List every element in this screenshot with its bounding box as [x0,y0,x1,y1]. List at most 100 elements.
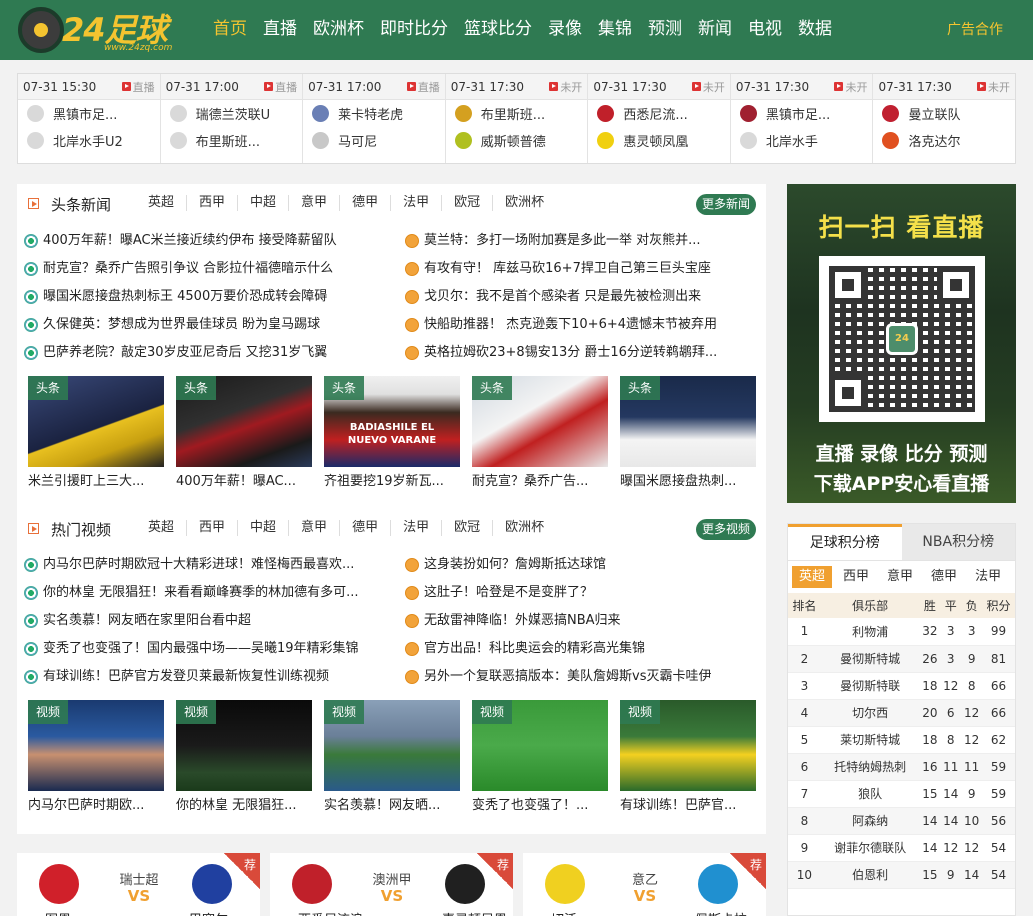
thumbnail-image[interactable]: 视频 [324,700,460,791]
thumbnail-image[interactable]: 头条 [472,376,608,467]
standings-row[interactable]: 4 切尔西 20 6 12 66 [788,699,1015,727]
list-item[interactable]: 巴萨养老院？敲定30岁皮亚尼奇后 又挖31岁飞翼 [17,339,387,367]
list-item[interactable]: 另外一个复联恶搞版本：美队詹姆斯vs灭霸卡哇伊 [398,663,768,691]
videos-thumbnail[interactable]: 视频 有球训练！巴萨官... [620,700,756,821]
standings-row[interactable]: 10 伯恩利 15 9 14 54 [788,861,1015,889]
nav-item[interactable]: 直播 [255,0,305,60]
news-thumbnail[interactable]: 头条 400万年薪！曝AC... [176,376,312,497]
app-download-qr-banner[interactable]: 扫一扫 看直播 24 直播 录像 比分 预测 下载APP安心看直播 [787,184,1016,503]
league-tab[interactable]: 西甲 [187,195,239,211]
league-tab[interactable]: 中超 [238,195,290,211]
match-status[interactable]: 直播 [121,79,155,95]
list-item[interactable]: 戈贝尔：我不是首个感染者 只是最先被检测出来 [398,283,768,311]
list-item[interactable]: 你的林皇 无限猖狂！来看看巅峰赛季的林加德有多可... [17,579,387,607]
thumbnail-caption[interactable]: 曝国米愿接盘热刺... [620,467,756,497]
videos-thumbnail[interactable]: 视频 实名羡慕！网友晒... [324,700,460,821]
tab-football-standings[interactable]: 足球积分榜 [788,524,902,560]
nav-item[interactable]: 即时比分 [372,0,456,60]
standings-league-tab[interactable]: 意甲 [880,566,920,588]
standings-league-tab[interactable]: 法甲 [968,566,1008,588]
nav-item[interactable]: 首页 [205,0,255,60]
thumbnail-image[interactable]: 视频 [472,700,608,791]
news-thumbnail[interactable]: 头条 耐克宣？桑乔广告... [472,376,608,497]
standings-row[interactable]: 3 曼彻斯特联 18 12 8 66 [788,672,1015,700]
thumbnail-caption[interactable]: 变秃了也变强了！... [472,791,608,821]
standings-league-tab[interactable]: 德甲 [924,566,964,588]
list-item[interactable]: 变秃了也变强了！国内最强中场——吴曦19年精彩集锦 [17,635,387,663]
league-tab[interactable]: 西甲 [187,520,239,536]
nav-item[interactable]: 电视 [740,0,790,60]
nav-item[interactable]: 预测 [640,0,690,60]
league-tab[interactable]: 意甲 [289,520,341,536]
match-cell[interactable]: 07-31 17:30 未开 布里斯班... 威斯顿普德 [445,74,589,163]
videos-thumbnail[interactable]: 视频 你的林皇 无限猖狂... [176,700,312,821]
list-item[interactable]: 400万年薪！曝AC米兰接近续约伊布 接受降薪留队 [17,227,387,255]
league-tab[interactable]: 英超 [136,520,188,536]
nav-item[interactable]: 集锦 [590,0,640,60]
league-tab[interactable]: 英超 [136,195,188,211]
ad-cooperation-link[interactable]: 广告合作 [947,19,1003,39]
list-item[interactable]: 有攻有守！ 库兹马砍16+7捍卫自己第三巨头宝座 [398,255,768,283]
standings-league-tab[interactable]: 西甲 [836,566,876,588]
league-tab[interactable]: 德甲 [340,195,392,211]
recommended-match-card[interactable]: 意乙VS 切沃 佩斯卡拉 荐 [523,853,766,916]
match-status[interactable]: 直播 [264,79,297,95]
nav-item[interactable]: 录像 [540,0,590,60]
tab-nba-standings[interactable]: NBA积分榜 [901,524,1015,560]
league-tab[interactable]: 德甲 [340,520,392,536]
standings-row[interactable]: 1 利物浦 32 3 3 99 [788,618,1015,646]
league-tab[interactable]: 欧冠 [442,520,494,536]
thumbnail-caption[interactable]: 你的林皇 无限猖狂... [176,791,312,821]
match-cell[interactable]: 07-31 17:00 直播 莱卡特老虎 马可尼 [303,74,446,163]
recommended-match-card[interactable]: 澳洲甲VS 西悉尼流浪 惠灵顿凤凰 荐 [270,853,513,916]
match-cell[interactable]: 07-31 15:30 直播 黑镇市足... 北岸水手U2 [18,74,161,163]
videos-thumbnail[interactable]: 视频 内马尔巴萨时期欧... [28,700,164,821]
thumbnail-image[interactable]: 视频 [176,700,312,791]
list-item[interactable]: 有球训练！巴萨官方发登贝莱最新恢复性训练视频 [17,663,387,691]
thumbnail-caption[interactable]: 有球训练！巴萨官... [620,791,756,821]
list-item[interactable]: 这肚子！哈登是不是变胖了？ [398,579,768,607]
more-videos-button[interactable]: 更多视频 [695,519,756,540]
thumbnail-image[interactable]: 视频 [28,700,164,791]
list-item[interactable]: 这身装扮如何？詹姆斯抵达球馆 [398,551,768,579]
news-thumbnail[interactable]: 头条 米兰引援盯上三大... [28,376,164,497]
thumbnail-caption[interactable]: 耐克宣？桑乔广告... [472,467,608,497]
nav-item[interactable]: 数据 [790,0,840,60]
league-tab[interactable]: 欧洲杯 [493,195,556,211]
list-item[interactable]: 莫兰特：多打一场附加赛是多此一举 对灰熊并... [398,227,768,255]
list-item[interactable]: 内马尔巴萨时期欧冠十大精彩进球！难怪梅西最喜欢... [17,551,387,579]
standings-row[interactable]: 8 阿森纳 14 14 10 56 [788,807,1015,835]
nav-item[interactable]: 新闻 [690,0,740,60]
match-status[interactable]: 未开 [977,79,1010,95]
match-status[interactable]: 未开 [691,79,725,95]
list-item[interactable]: 耐克宣？桑乔广告照引争议 合影拉什福德暗示什么 [17,255,387,283]
match-cell[interactable]: 07-31 17:30 未开 黑镇市足... 北岸水手 [730,74,874,163]
standings-row[interactable]: 2 曼彻斯特城 26 3 9 81 [788,645,1015,673]
news-thumbnail[interactable]: 头条 曝国米愿接盘热刺... [620,376,756,497]
thumbnail-caption[interactable]: 齐祖要挖19岁新瓦... [324,467,460,497]
list-item[interactable]: 英格拉姆砍23+8锡安13分 爵士16分逆转鹈鹕拜... [398,339,768,367]
more-news-button[interactable]: 更多新闻 [695,194,756,215]
match-cell[interactable]: 07-31 17:30 未开 曼立联队 洛克达尔 [873,74,1016,163]
league-tab[interactable]: 意甲 [289,195,341,211]
league-tab[interactable]: 欧冠 [442,195,494,211]
list-item[interactable]: 官方出品！科比奥运会的精彩高光集锦 [398,635,768,663]
standings-row[interactable]: 5 莱切斯特城 18 8 12 62 [788,726,1015,754]
thumbnail-caption[interactable]: 米兰引援盯上三大... [28,467,164,497]
match-status[interactable]: 未开 [834,79,867,95]
videos-thumbnail[interactable]: 视频 变秃了也变强了！... [472,700,608,821]
match-cell[interactable]: 07-31 17:30 未开 西悉尼流... 惠灵顿凤凰 [588,74,731,163]
recommended-match-card[interactable]: 瑞士超VS 图恩 巴塞尔 荐 [17,853,260,916]
league-tab[interactable]: 法甲 [391,520,443,536]
site-logo[interactable]: 24足球 www.24zq.com [18,3,188,57]
news-thumbnail[interactable]: BADIASHILE EL NUEVO VARANE 头条 齐祖要挖19岁新瓦... [324,376,460,497]
thumbnail-caption[interactable]: 内马尔巴萨时期欧... [28,791,164,821]
standings-row[interactable]: 9 谢菲尔德联队 14 12 12 54 [788,834,1015,862]
match-status[interactable]: 未开 [549,79,582,95]
list-item[interactable]: 无敌雷神降临！外媒恶搞NBA归来 [398,607,768,635]
match-cell[interactable]: 07-31 17:00 直播 瑞德兰茨联U 布里斯班... [160,74,304,163]
thumbnail-image[interactable]: 头条 [176,376,312,467]
thumbnail-image[interactable]: 视频 [620,700,756,791]
league-tab[interactable]: 中超 [238,520,290,536]
league-tab[interactable]: 欧洲杯 [493,520,556,536]
